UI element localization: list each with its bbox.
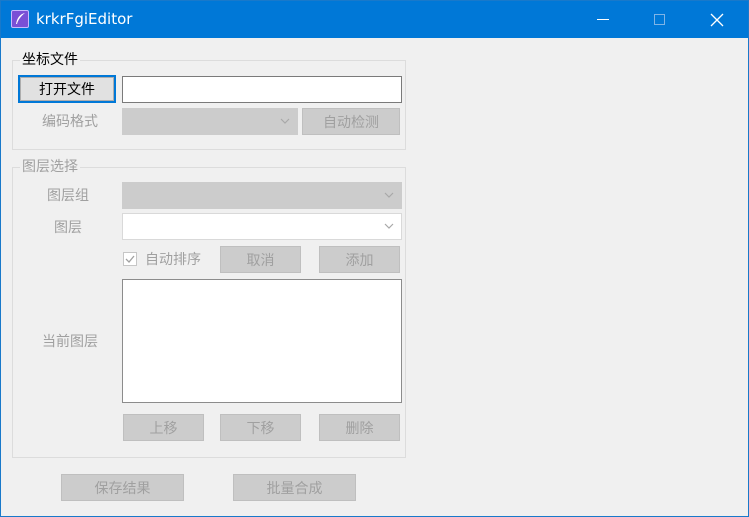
auto-detect-button[interactable]: 自动检测 <box>302 108 400 135</box>
encoding-label: 编码格式 <box>42 114 98 130</box>
minimize-button[interactable] <box>580 1 626 38</box>
chevron-down-icon <box>384 223 394 229</box>
maximize-button[interactable] <box>636 1 682 38</box>
layer-group-label: 图层组 <box>47 188 89 204</box>
chevron-down-icon <box>384 192 394 198</box>
delete-button[interactable]: 删除 <box>319 414 400 441</box>
encoding-select[interactable] <box>122 108 298 135</box>
file-path-input[interactable] <box>122 76 402 103</box>
coord-file-legend: 坐标文件 <box>20 51 80 69</box>
close-icon <box>710 13 724 26</box>
app-feather-icon <box>11 10 29 28</box>
close-button[interactable] <box>694 1 740 38</box>
auto-sort-label: 自动排序 <box>145 252 201 268</box>
save-result-button[interactable]: 保存结果 <box>61 474 184 501</box>
move-down-button[interactable]: 下移 <box>220 414 301 441</box>
auto-sort-checkbox[interactable] <box>123 252 137 266</box>
add-button[interactable]: 添加 <box>319 246 400 273</box>
layer-label: 图层 <box>54 220 82 236</box>
layer-select[interactable] <box>122 213 402 240</box>
open-file-button[interactable]: 打开文件 <box>18 75 116 103</box>
layer-select-legend: 图层选择 <box>20 158 80 176</box>
minimize-icon <box>597 19 609 20</box>
title-bar: krkrFgiEditor <box>1 1 748 38</box>
window-title: krkrFgiEditor <box>36 10 133 28</box>
maximize-icon <box>653 14 665 25</box>
current-layer-label: 当前图层 <box>42 334 98 350</box>
checkmark-icon <box>125 255 135 263</box>
move-up-button[interactable]: 上移 <box>123 414 204 441</box>
batch-compose-button[interactable]: 批量合成 <box>233 474 356 501</box>
coord-file-group <box>12 60 406 150</box>
chevron-down-icon <box>280 118 290 124</box>
current-layer-list[interactable] <box>122 279 402 403</box>
main-window: krkrFgiEditor 坐标文件 打开文件 编码格式 自动检测 图层选择 图… <box>0 0 749 517</box>
cancel-button[interactable]: 取消 <box>220 246 301 273</box>
layer-group-select[interactable] <box>122 182 402 209</box>
